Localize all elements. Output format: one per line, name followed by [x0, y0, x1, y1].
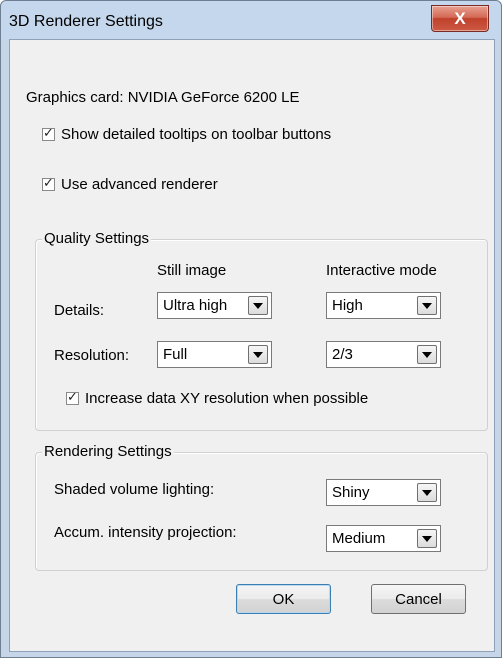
- resolution-interactive-value: 2/3: [332, 346, 353, 363]
- quality-settings-group: Quality Settings Still image Interactive…: [35, 230, 488, 431]
- shaded-volume-dropdown[interactable]: Shiny: [326, 479, 441, 506]
- title-bar[interactable]: 3D Renderer Settings X: [1, 1, 501, 39]
- dialog-body: Graphics card: NVIDIA GeForce 6200 LE ✓ …: [9, 39, 495, 652]
- rendering-settings-title: Rendering Settings: [42, 443, 174, 460]
- dropdown-arrow-icon[interactable]: [417, 483, 437, 502]
- resolution-still-dropdown[interactable]: Full: [157, 341, 272, 368]
- advanced-renderer-checkbox[interactable]: ✓: [42, 175, 55, 191]
- advanced-renderer-option[interactable]: ✓ Use advanced renderer: [42, 175, 218, 193]
- checkmark-icon: ✓: [43, 175, 54, 190]
- resolution-label: Resolution:: [54, 347, 130, 364]
- tooltips-checkbox[interactable]: ✓: [42, 125, 55, 141]
- increase-xy-checkbox[interactable]: ✓: [66, 389, 79, 405]
- dropdown-arrow-icon[interactable]: [417, 296, 437, 315]
- window-title: 3D Renderer Settings: [9, 13, 163, 30]
- details-label: Details:: [54, 302, 105, 319]
- details-still-dropdown[interactable]: Ultra high: [157, 292, 272, 319]
- dropdown-arrow-icon[interactable]: [248, 296, 268, 315]
- increase-xy-label: Increase data XY resolution when possibl…: [85, 390, 369, 407]
- checkmark-icon: ✓: [67, 389, 78, 404]
- tooltips-label: Show detailed tooltips on toolbar button…: [61, 126, 332, 143]
- dropdown-arrow-icon[interactable]: [417, 345, 437, 364]
- dropdown-arrow-icon[interactable]: [248, 345, 268, 364]
- resolution-interactive-dropdown[interactable]: 2/3: [326, 341, 441, 368]
- shaded-volume-value: Shiny: [332, 484, 370, 501]
- quality-settings-title: Quality Settings: [42, 230, 152, 247]
- graphics-card-label: Graphics card: NVIDIA GeForce 6200 LE: [26, 89, 300, 106]
- dropdown-arrow-icon[interactable]: [417, 529, 437, 548]
- close-icon: X: [454, 8, 466, 28]
- dialog-window: 3D Renderer Settings X Graphics card: NV…: [0, 0, 502, 658]
- accum-intensity-dropdown[interactable]: Medium: [326, 525, 441, 552]
- tooltips-option[interactable]: ✓ Show detailed tooltips on toolbar butt…: [42, 125, 332, 143]
- advanced-renderer-label: Use advanced renderer: [61, 176, 218, 193]
- details-interactive-dropdown[interactable]: High: [326, 292, 441, 319]
- checkmark-icon: ✓: [43, 125, 54, 140]
- cancel-button[interactable]: Cancel: [371, 584, 466, 614]
- close-button[interactable]: X: [431, 5, 489, 32]
- ok-button[interactable]: OK: [236, 584, 331, 614]
- still-image-header: Still image: [157, 262, 227, 279]
- resolution-still-value: Full: [163, 346, 188, 363]
- shaded-volume-label: Shaded volume lighting:: [54, 481, 215, 498]
- accum-intensity-value: Medium: [332, 530, 386, 547]
- accum-intensity-label: Accum. intensity projection:: [54, 524, 237, 541]
- interactive-mode-header: Interactive mode: [326, 262, 437, 279]
- increase-xy-option[interactable]: ✓ Increase data XY resolution when possi…: [66, 389, 369, 407]
- details-interactive-value: High: [332, 297, 363, 314]
- details-still-value: Ultra high: [163, 297, 228, 314]
- rendering-settings-group: Rendering Settings Shaded volume lightin…: [35, 443, 488, 571]
